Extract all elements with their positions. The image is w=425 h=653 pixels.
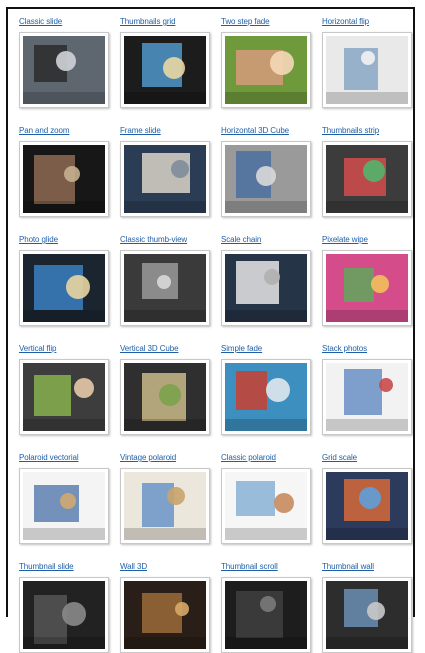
effect-thumbnail[interactable] xyxy=(322,32,412,108)
effect-thumbnail[interactable] xyxy=(221,359,311,435)
effect-link[interactable]: Polaroid vectorial xyxy=(19,453,111,463)
gallery-item[interactable]: Pixelate wipe xyxy=(322,235,414,326)
effect-link[interactable]: Pan and zoom xyxy=(19,126,111,136)
effect-link[interactable]: Photo glide xyxy=(19,235,111,245)
gallery-item[interactable]: Polaroid vectorial xyxy=(19,453,111,544)
gallery-item[interactable]: Horizontal 3D Cube xyxy=(221,126,313,217)
effect-thumbnail[interactable] xyxy=(322,468,412,544)
effect-thumbnail[interactable] xyxy=(19,359,109,435)
effect-thumbnail[interactable] xyxy=(322,141,412,217)
photo-thumbnail-icon xyxy=(124,363,206,431)
gallery-item[interactable]: Thumbnail wall xyxy=(322,562,414,653)
photo-thumbnail-icon xyxy=(23,581,105,649)
gallery-item[interactable]: Stack photos xyxy=(322,344,414,435)
effect-thumbnail[interactable] xyxy=(19,141,109,217)
gallery-item[interactable]: Vertical 3D Cube xyxy=(120,344,212,435)
photo-thumbnail-icon xyxy=(23,254,105,322)
effect-link[interactable]: Wall 3D xyxy=(120,562,212,572)
effect-thumbnail[interactable] xyxy=(221,577,311,653)
gallery-item[interactable]: Vertical flip xyxy=(19,344,111,435)
photo-thumbnail-icon xyxy=(124,472,206,540)
effect-thumbnail[interactable] xyxy=(120,468,210,544)
photo-thumbnail-icon xyxy=(124,254,206,322)
photo-thumbnail-icon xyxy=(124,581,206,649)
effect-thumbnail[interactable] xyxy=(221,468,311,544)
effect-link[interactable]: Simple fade xyxy=(221,344,313,354)
effect-thumbnail[interactable] xyxy=(322,250,412,326)
photo-thumbnail-icon xyxy=(124,145,206,213)
effect-thumbnail[interactable] xyxy=(221,32,311,108)
effect-thumbnail[interactable] xyxy=(120,141,210,217)
effect-link[interactable]: Frame slide xyxy=(120,126,212,136)
photo-thumbnail-icon xyxy=(124,36,206,104)
effect-thumbnail[interactable] xyxy=(19,32,109,108)
effect-thumbnail[interactable] xyxy=(120,359,210,435)
photo-thumbnail-icon xyxy=(326,36,408,104)
effect-link[interactable]: Horizontal 3D Cube xyxy=(221,126,313,136)
effect-link[interactable]: Grid scale xyxy=(322,453,414,463)
gallery-item[interactable]: Grid scale xyxy=(322,453,414,544)
effect-link[interactable]: Classic slide xyxy=(19,17,111,27)
effect-thumbnail[interactable] xyxy=(120,577,210,653)
effect-thumbnail[interactable] xyxy=(322,359,412,435)
effect-thumbnail[interactable] xyxy=(19,468,109,544)
gallery-item[interactable]: Thumbnails strip xyxy=(322,126,414,217)
effect-link[interactable]: Thumbnail slide xyxy=(19,562,111,572)
effect-link[interactable]: Vertical 3D Cube xyxy=(120,344,212,354)
effect-link[interactable]: Two step fade xyxy=(221,17,313,27)
gallery-item[interactable]: Thumbnails grid xyxy=(120,17,212,108)
effect-link[interactable]: Thumbnails strip xyxy=(322,126,414,136)
effect-link[interactable]: Stack photos xyxy=(322,344,414,354)
effect-link[interactable]: Pixelate wipe xyxy=(322,235,414,245)
effect-thumbnail[interactable] xyxy=(221,141,311,217)
effect-link[interactable]: Thumbnail scroll xyxy=(221,562,313,572)
photo-thumbnail-icon xyxy=(225,145,307,213)
effect-thumbnail[interactable] xyxy=(322,577,412,653)
gallery-item[interactable]: Thumbnail scroll xyxy=(221,562,313,653)
gallery-item[interactable]: Photo glide xyxy=(19,235,111,326)
photo-thumbnail-icon xyxy=(23,36,105,104)
gallery-item[interactable]: Simple fade xyxy=(221,344,313,435)
effect-thumbnail[interactable] xyxy=(120,32,210,108)
effect-thumbnail[interactable] xyxy=(19,250,109,326)
photo-thumbnail-icon xyxy=(326,363,408,431)
effect-link[interactable]: Thumbnail wall xyxy=(322,562,414,572)
effect-link[interactable]: Vertical flip xyxy=(19,344,111,354)
photo-thumbnail-icon xyxy=(326,145,408,213)
effect-thumbnail[interactable] xyxy=(19,577,109,653)
gallery-item[interactable]: Horizontal flip xyxy=(322,17,414,108)
gallery-item[interactable]: Pan and zoom xyxy=(19,126,111,217)
gallery-item[interactable]: Wall 3D xyxy=(120,562,212,653)
effect-link[interactable]: Thumbnails grid xyxy=(120,17,212,27)
photo-thumbnail-icon xyxy=(225,363,307,431)
gallery-item[interactable]: Classic polaroid xyxy=(221,453,313,544)
effect-link[interactable]: Horizontal flip xyxy=(322,17,414,27)
gallery-item[interactable]: Vintage polaroid xyxy=(120,453,212,544)
photo-thumbnail-icon xyxy=(326,472,408,540)
effect-thumbnail[interactable] xyxy=(120,250,210,326)
gallery-item[interactable]: Classic thumb-view xyxy=(120,235,212,326)
effect-link[interactable]: Vintage polaroid xyxy=(120,453,212,463)
photo-thumbnail-icon xyxy=(225,472,307,540)
effect-link[interactable]: Classic polaroid xyxy=(221,453,313,463)
gallery-item[interactable]: Classic slide xyxy=(19,17,111,108)
photo-thumbnail-icon xyxy=(23,363,105,431)
photo-thumbnail-icon xyxy=(225,36,307,104)
photo-thumbnail-icon xyxy=(23,145,105,213)
effect-thumbnail[interactable] xyxy=(221,250,311,326)
gallery-item[interactable]: Two step fade xyxy=(221,17,313,108)
gallery-item[interactable]: Frame slide xyxy=(120,126,212,217)
photo-thumbnail-icon xyxy=(225,254,307,322)
photo-thumbnail-icon xyxy=(326,254,408,322)
gallery-item[interactable]: Thumbnail slide xyxy=(19,562,111,653)
gallery-item[interactable]: Scale chain xyxy=(221,235,313,326)
effect-link[interactable]: Classic thumb-view xyxy=(120,235,212,245)
photo-thumbnail-icon xyxy=(326,581,408,649)
photo-thumbnail-icon xyxy=(225,581,307,649)
photo-thumbnail-icon xyxy=(23,472,105,540)
effect-link[interactable]: Scale chain xyxy=(221,235,313,245)
